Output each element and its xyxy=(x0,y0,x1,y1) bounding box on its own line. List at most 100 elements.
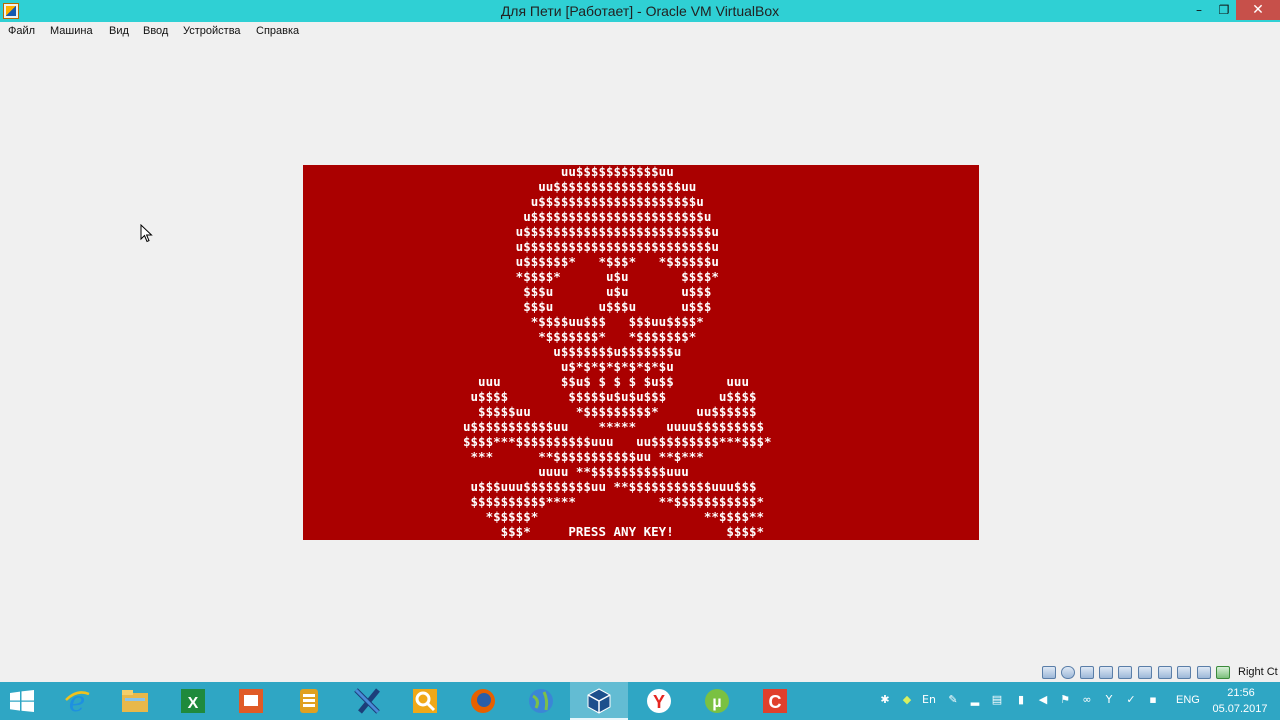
ascii-art-line: $$$$***$$$$$$$$$$uuu uu$$$$$$$$$***$$$* xyxy=(463,434,772,449)
taskbar-utorrent[interactable]: µ xyxy=(688,682,746,720)
powerpoint-icon xyxy=(239,689,263,713)
display-status-icon[interactable] xyxy=(1158,666,1172,679)
ascii-art-line: $$$u u$$$u u$$$ xyxy=(463,299,712,314)
system-tray: ✱ ◆ En ✎ ▂ ▤ ▮ ◀ ⚑ ∞ Y ✓ ▪ ENG 21:56 05.… xyxy=(876,682,1280,720)
ascii-art-line: $$$$$uu *$$$$$$$$$* uu$$$$$$ xyxy=(463,404,757,419)
taskbar-yandex-browser[interactable]: Y xyxy=(630,682,688,720)
optical-drive-status-icon[interactable] xyxy=(1061,666,1075,679)
keyboard-icon[interactable]: ▤ xyxy=(990,693,1004,707)
windows-start-icon xyxy=(10,690,34,712)
mouse-cursor-icon xyxy=(140,224,153,243)
clock-time[interactable]: 21:56 xyxy=(1218,687,1264,699)
yandex-browser-icon: Y xyxy=(647,689,671,713)
taskbar-ccleaner[interactable]: C xyxy=(746,682,804,720)
taskbar-search-app[interactable] xyxy=(396,682,454,720)
check-tray-icon[interactable]: ✓ xyxy=(1124,693,1138,707)
svg-text:C: C xyxy=(769,692,782,712)
pen-icon[interactable]: ✎ xyxy=(946,693,960,707)
svg-text:Y: Y xyxy=(653,692,665,712)
window-title: Для Пети [Работает] - Oracle VM VirtualB… xyxy=(500,3,780,19)
input-language-indicator[interactable]: ENG xyxy=(1176,694,1200,706)
tray-app-icon[interactable]: ◆ xyxy=(900,693,914,707)
ascii-art-line: u$$$$$$$$$$$$$$$$$$$$$$$u xyxy=(463,209,712,224)
menu-bar: Файл Машина Вид Ввод Устройства Справка xyxy=(0,22,1280,42)
tray-extra-icon[interactable]: ▪ xyxy=(1146,693,1160,707)
minimize-button[interactable]: – xyxy=(1186,0,1212,20)
svg-text:e: e xyxy=(69,686,86,716)
search-app-icon xyxy=(413,689,437,713)
ascii-art-line: *$$$$uu$$$ $$$uu$$$$* xyxy=(463,314,704,329)
action-center-icon[interactable]: ⚑ xyxy=(1058,693,1072,707)
mouse-integration-status-icon[interactable] xyxy=(1216,666,1230,679)
taskbar-archive[interactable] xyxy=(280,682,338,720)
taskbar-powerpoint[interactable] xyxy=(222,682,280,720)
ascii-art-line: u$$$$ $$$$$u$u$u$$$ u$$$$ xyxy=(463,389,757,404)
yandex-tray-icon[interactable]: Y xyxy=(1102,693,1116,707)
usb-status-icon[interactable] xyxy=(1118,666,1132,679)
signal-icon[interactable]: ▂ xyxy=(968,693,982,707)
file-explorer-icon xyxy=(122,690,148,712)
taskbar-internet-explorer[interactable]: e xyxy=(48,682,106,720)
tray-link-icon[interactable]: ∞ xyxy=(1080,693,1094,707)
menu-input[interactable]: Ввод xyxy=(143,25,168,37)
start-button[interactable] xyxy=(0,682,46,720)
utorrent-icon: µ xyxy=(705,689,729,713)
host-key-label: Right Ct xyxy=(1238,666,1278,678)
shared-folders-status-icon[interactable] xyxy=(1138,666,1152,679)
virtualization-status-icon[interactable] xyxy=(1197,666,1211,679)
ascii-art-line: *** **$$$$$$$$$$$uu **$*** xyxy=(463,449,704,464)
firefox-icon xyxy=(471,689,495,713)
ascii-art-line: u$$$$$$$$$$$$$$$$$$$$$$$$$u xyxy=(463,239,719,254)
tray-lang-small-icon[interactable]: En xyxy=(922,693,936,707)
ascii-art-line: u$*$*$*$*$*$*$u xyxy=(463,359,674,374)
taskbar-excel[interactable]: X xyxy=(164,682,222,720)
ascii-art-line: *$$$$$$$* *$$$$$$$* xyxy=(463,329,697,344)
vm-display[interactable]: uu$$$$$$$$$$$uu uu$$$$$$$$$$$$$$$$$uu u$… xyxy=(303,165,979,540)
battery-icon[interactable]: ▮ xyxy=(1014,693,1028,707)
menu-file[interactable]: Файл xyxy=(8,25,35,37)
virtualbox-icon xyxy=(587,688,611,714)
globe-browser-icon xyxy=(529,689,553,713)
volume-icon[interactable]: ◀ xyxy=(1036,693,1050,707)
ccleaner-icon: C xyxy=(763,689,787,713)
ascii-art-line: u$$$$$$$$$$$$$$$$$$$$$$$$$u xyxy=(463,224,719,239)
archive-icon xyxy=(300,689,318,713)
taskbar-file-explorer[interactable] xyxy=(106,682,164,720)
svg-text:X: X xyxy=(188,695,199,712)
clock-date[interactable]: 05.07.2017 xyxy=(1210,703,1270,715)
ransom-skull-ascii-art: uu$$$$$$$$$$$uu uu$$$$$$$$$$$$$$$$$uu u$… xyxy=(463,165,979,539)
ascii-art-line: uuu $$u$ $ $ $ $u$$ uuu xyxy=(463,374,749,389)
press-any-key-line: $$$* PRESS ANY KEY! $$$$* xyxy=(463,524,765,539)
close-button[interactable]: ✕ xyxy=(1236,0,1280,20)
ascii-art-line: $$$u u$u u$$$ xyxy=(463,284,712,299)
network-status-icon[interactable] xyxy=(1099,666,1113,679)
ascii-art-line: uu$$$$$$$$$$$$$$$$$uu xyxy=(463,179,697,194)
bluetooth-icon[interactable]: ✱ xyxy=(878,693,892,707)
menu-help[interactable]: Справка xyxy=(256,25,299,37)
ascii-art-line: u$$$$$$$$$$$uu ***** uuuu$$$$$$$$$ xyxy=(463,419,765,434)
hard-disk-status-icon[interactable] xyxy=(1042,666,1056,679)
ascii-art-line: *$$$$$* **$$$$** xyxy=(463,509,765,524)
ascii-art-line: uu$$$$$$$$$$$uu xyxy=(463,165,674,179)
menu-view[interactable]: Вид xyxy=(109,25,129,37)
restore-button[interactable]: ❐ xyxy=(1212,0,1236,20)
excel-icon: X xyxy=(181,689,205,713)
taskbar-firefox[interactable] xyxy=(454,682,512,720)
taskbar-virtualbox[interactable] xyxy=(570,682,628,720)
menu-devices[interactable]: Устройства xyxy=(183,25,241,37)
window-titlebar[interactable]: Для Пети [Работает] - Oracle VM VirtualB… xyxy=(0,0,1280,22)
svg-text:µ: µ xyxy=(712,694,721,711)
taskbar-visual-studio[interactable] xyxy=(338,682,396,720)
ascii-art-line: u$$$$$$$$$$$$$$$$$$$$$u xyxy=(463,194,704,209)
audio-status-icon[interactable] xyxy=(1080,666,1094,679)
internet-explorer-icon: e xyxy=(65,686,90,716)
menu-machine[interactable]: Машина xyxy=(50,25,93,37)
taskbar-globe-browser[interactable] xyxy=(512,682,570,720)
video-capture-status-icon[interactable] xyxy=(1177,666,1191,679)
ascii-art-line: $$$$$$$$$$**** **$$$$$$$$$$$* xyxy=(463,494,765,509)
ascii-art-line: *$$$$* u$u $$$$* xyxy=(463,269,719,284)
windows-taskbar: e X Y µ C ✱ ◆ En ✎ ▂ ▤ ▮ ◀ ⚑ ∞ Y ✓ ▪ ENG… xyxy=(0,682,1280,720)
ascii-art-line: u$$$uuu$$$$$$$$$uu **$$$$$$$$$$$uuu$$$ xyxy=(463,479,757,494)
ascii-art-line: uuuu **$$$$$$$$$$uuu xyxy=(463,464,689,479)
ascii-art-line: u$$$$$$* *$$$* *$$$$$$u xyxy=(463,254,719,269)
